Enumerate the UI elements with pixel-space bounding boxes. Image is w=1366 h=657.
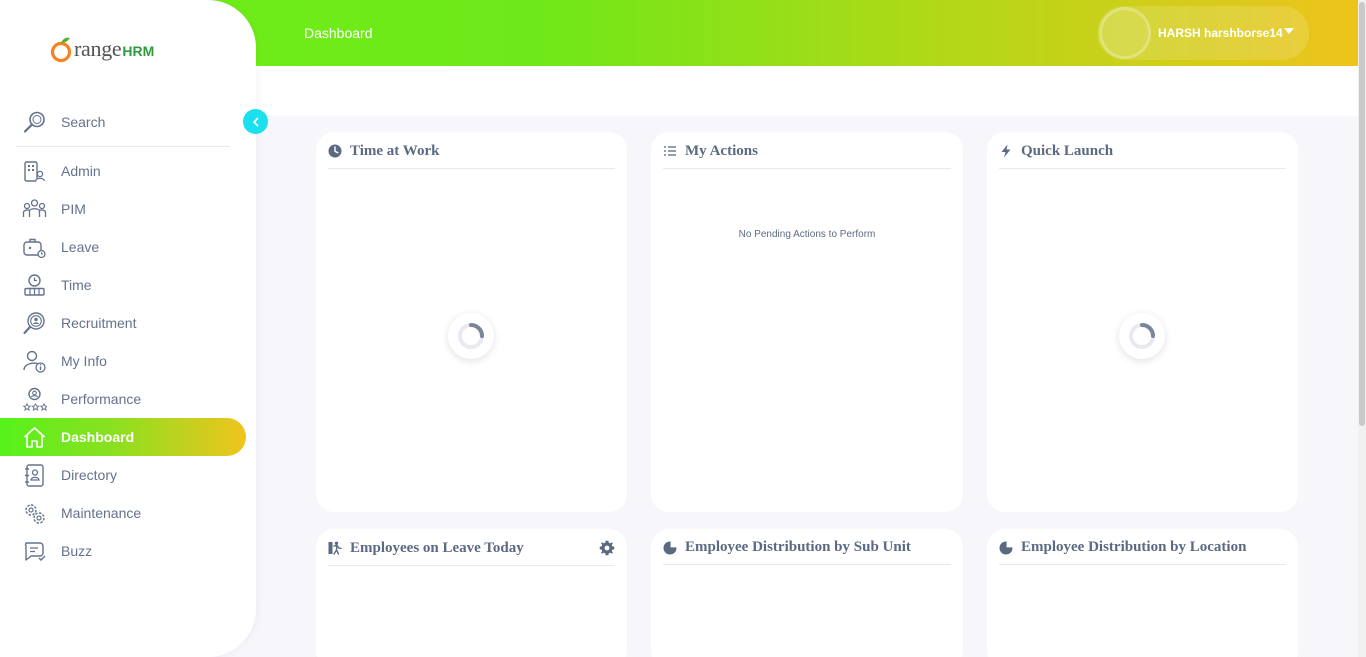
list-icon — [664, 146, 676, 156]
sidebar-item-label: Recruitment — [61, 315, 137, 331]
logo-text: range — [74, 36, 122, 61]
page-title: Dashboard — [304, 25, 373, 41]
card-header: Employee Distribution by Sub Unit — [663, 529, 951, 565]
orange-logo-icon — [50, 37, 72, 63]
card-header: Employee Distribution by Location — [999, 529, 1286, 565]
card-quick-launch: Quick Launch — [987, 132, 1298, 512]
card-distribution-sub-unit: Employee Distribution by Sub Unit — [651, 529, 963, 657]
card-title: Employee Distribution by Location — [1021, 539, 1247, 555]
user-name[interactable]: HARSH harshborse14 — [1158, 26, 1283, 40]
card-title: Time at Work — [350, 142, 440, 159]
sidebar-item-label: Buzz — [61, 543, 93, 559]
leave-person-icon — [328, 541, 342, 555]
dashboard-icon — [23, 426, 46, 448]
pim-icon — [22, 198, 47, 217]
card-header: Time at Work — [328, 132, 615, 169]
chevron-left-icon — [252, 117, 258, 126]
sidebar-item-maintenance[interactable]: Maintenance — [0, 494, 246, 532]
sidebar-item-leave[interactable]: Leave — [0, 228, 246, 266]
card-title: Employee Distribution by Sub Unit — [685, 539, 911, 555]
pie-chart-icon — [999, 540, 1013, 554]
divider — [16, 146, 230, 147]
card-header: My Actions — [663, 132, 951, 169]
spinner-icon — [458, 323, 484, 349]
sidebar-item-admin[interactable]: Admin — [0, 152, 246, 190]
buzz-icon — [24, 541, 46, 561]
sidebar-item-time[interactable]: Time — [0, 266, 246, 304]
search-icon — [23, 111, 45, 133]
sidebar-item-label: Performance — [61, 391, 142, 407]
brand-logo[interactable]: range HRM — [50, 33, 170, 65]
avatar[interactable] — [1099, 7, 1151, 59]
time-icon — [24, 273, 45, 296]
user-dropdown[interactable]: HARSH harshborse14 — [1097, 6, 1309, 60]
recruitment-icon — [23, 311, 45, 334]
sidebar-item-pim[interactable]: PIM — [0, 190, 246, 228]
sidebar-item-recruitment[interactable]: Recruitment — [0, 304, 246, 342]
loading-spinner — [1119, 313, 1165, 359]
sidebar-item-label: PIM — [61, 201, 86, 217]
sidebar-item-label: Time — [61, 277, 92, 293]
maintenance-icon — [25, 503, 45, 524]
lightning-icon — [1001, 144, 1011, 158]
card-time-at-work: Time at Work — [316, 132, 627, 512]
sidebar-item-label: Admin — [61, 163, 101, 179]
pie-chart-icon — [663, 540, 677, 554]
card-header: Employees on Leave Today — [328, 529, 615, 566]
card-employees-on-leave: Employees on Leave Today — [316, 529, 627, 657]
gear-icon[interactable] — [599, 540, 615, 556]
card-title: Quick Launch — [1021, 142, 1114, 159]
sidebar: range HRM Search Admin PIM Leave Time Re… — [0, 0, 256, 657]
leave-icon — [23, 238, 46, 258]
my-info-icon — [23, 350, 46, 373]
sidebar-collapse-button[interactable] — [243, 109, 268, 134]
sidebar-item-label: Dashboard — [61, 429, 135, 445]
sidebar-item-buzz[interactable]: Buzz — [0, 532, 246, 570]
scrollbar-thumb[interactable] — [1359, 2, 1365, 426]
search-label[interactable]: Search — [61, 114, 105, 130]
card-title: Employees on Leave Today — [350, 539, 524, 556]
logo-suffix: HRM — [122, 43, 155, 59]
sidebar-search[interactable]: Search — [22, 108, 232, 136]
card-distribution-location: Employee Distribution by Location — [987, 529, 1298, 657]
performance-icon — [22, 387, 47, 411]
sidebar-item-label: Leave — [61, 239, 100, 255]
sidebar-item-label: Directory — [61, 467, 118, 483]
spinner-icon — [1129, 323, 1155, 349]
card-my-actions: My Actions No Pending Actions to Perform — [651, 132, 963, 512]
card-header: Quick Launch — [999, 132, 1286, 169]
sidebar-item-my-info[interactable]: My Info — [0, 342, 246, 380]
sidebar-item-dashboard[interactable]: Dashboard — [0, 418, 246, 456]
empty-state-message: No Pending Actions to Perform — [738, 229, 876, 240]
loading-spinner — [448, 313, 494, 359]
admin-icon — [24, 160, 46, 182]
directory-icon — [25, 463, 44, 487]
sub-header — [256, 66, 1358, 116]
card-title: My Actions — [685, 142, 758, 159]
clock-icon — [328, 144, 342, 158]
caret-down-icon[interactable] — [1284, 28, 1294, 34]
sidebar-item-label: My Info — [61, 353, 107, 369]
sidebar-item-label: Maintenance — [61, 505, 142, 521]
sidebar-item-directory[interactable]: Directory — [0, 456, 246, 494]
sidebar-item-performance[interactable]: Performance — [0, 380, 246, 418]
